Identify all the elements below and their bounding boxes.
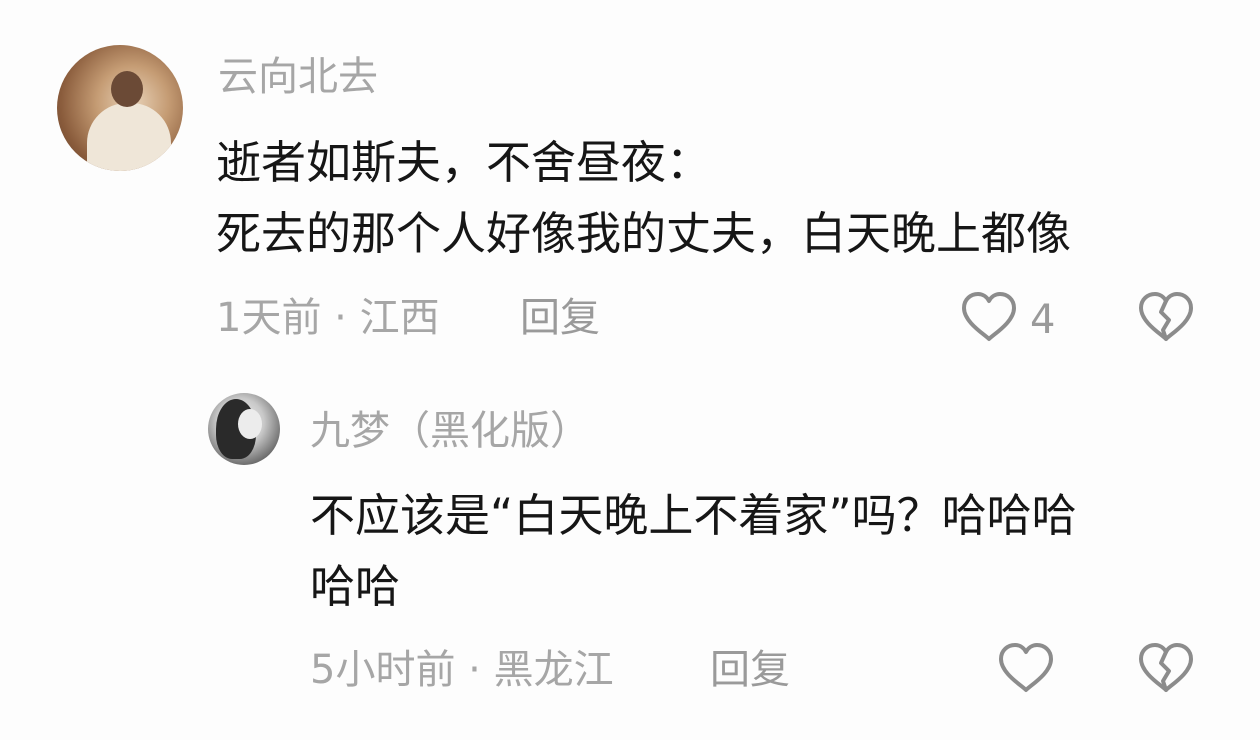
comment-content: 逝者如斯夫，不舍昼夜： 死去的那个人好像我的丈夫，白天晚上都像 — [216, 127, 1071, 269]
reply-button[interactable]: 回复 — [710, 650, 790, 690]
avatar-face — [238, 409, 262, 439]
broken-heart-icon — [1139, 292, 1193, 341]
comment-meta: 1天前 · 江西 — [216, 295, 440, 341]
comment-username[interactable]: 九梦（黑化版） — [310, 411, 590, 451]
avatar[interactable] — [57, 45, 183, 171]
comment-meta: 5小时前 · 黑龙江 — [310, 647, 614, 693]
comment-content-line: 不应该是“白天晚上不着家”吗？哈哈哈 — [310, 489, 1077, 542]
like-button[interactable] — [997, 641, 1055, 695]
heart-outline-icon — [999, 643, 1053, 692]
like-button[interactable] — [960, 290, 1018, 344]
dislike-button[interactable] — [1137, 290, 1195, 344]
comment-content: 不应该是“白天晚上不着家”吗？哈哈哈 哈哈 — [310, 480, 1077, 622]
avatar-figure-head — [111, 71, 143, 107]
heart-outline-icon — [962, 292, 1016, 341]
comment-content-line: 哈哈 — [310, 560, 401, 613]
reply-button[interactable]: 回复 — [520, 298, 600, 338]
broken-heart-icon — [1139, 643, 1193, 692]
comment-content-line: 逝者如斯夫，不舍昼夜： — [216, 136, 712, 189]
avatar-figure-body — [87, 103, 171, 171]
avatar[interactable] — [208, 393, 280, 465]
comment-username[interactable]: 云向北去 — [218, 57, 378, 97]
comment-content-line: 死去的那个人好像我的丈夫，白天晚上都像 — [216, 207, 1072, 260]
like-count: 4 — [1030, 297, 1056, 343]
dislike-button[interactable] — [1137, 641, 1195, 695]
